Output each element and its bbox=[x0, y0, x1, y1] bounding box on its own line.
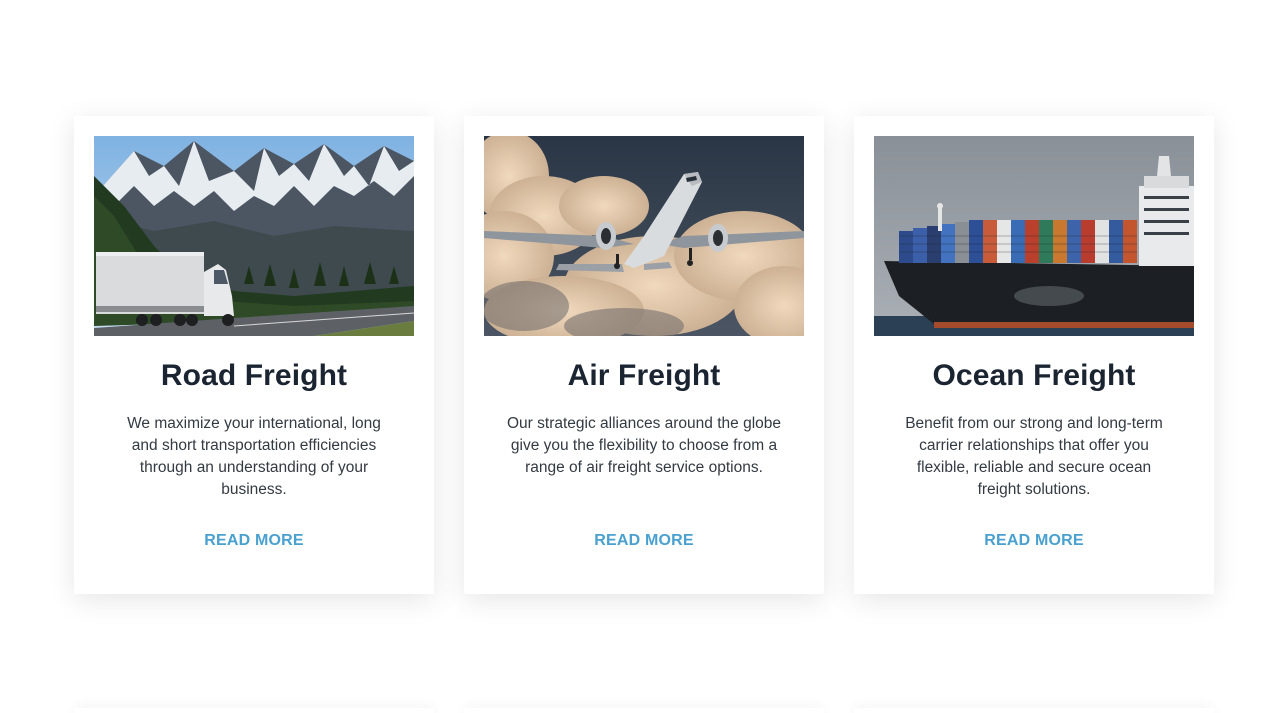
next-row-card-tops bbox=[74, 708, 1214, 713]
card-shadow-edge bbox=[464, 708, 824, 713]
card-title: Air Freight bbox=[567, 359, 721, 392]
card-description: Benefit from our strong and long-term ca… bbox=[905, 415, 1163, 498]
read-more-link[interactable]: READ MORE bbox=[74, 532, 434, 550]
service-card-air-freight: Air Freight Our strategic alliances arou… bbox=[464, 116, 824, 594]
service-card-road-freight: Road Freight We maximize your internatio… bbox=[74, 116, 434, 594]
services-section: Road Freight We maximize your internatio… bbox=[0, 0, 1280, 713]
read-more-link[interactable]: READ MORE bbox=[464, 532, 824, 550]
card-description: Our strategic alliances around the globe… bbox=[507, 415, 781, 476]
card-title: Ocean Freight bbox=[932, 359, 1136, 392]
card-shadow-edge bbox=[74, 708, 434, 713]
card-title: Road Freight bbox=[160, 359, 348, 392]
read-more-link[interactable]: READ MORE bbox=[854, 532, 1214, 550]
service-cards: Road Freight We maximize your internatio… bbox=[74, 116, 1214, 594]
card-shadow-edge bbox=[854, 708, 1214, 713]
container-ship-image bbox=[874, 136, 1194, 336]
truck-mountains-image bbox=[94, 136, 414, 336]
service-card-ocean-freight: Ocean Freight Benefit from our strong an… bbox=[854, 116, 1214, 594]
card-description: We maximize your international, long and… bbox=[127, 415, 381, 498]
airplane-clouds-image bbox=[484, 136, 804, 336]
